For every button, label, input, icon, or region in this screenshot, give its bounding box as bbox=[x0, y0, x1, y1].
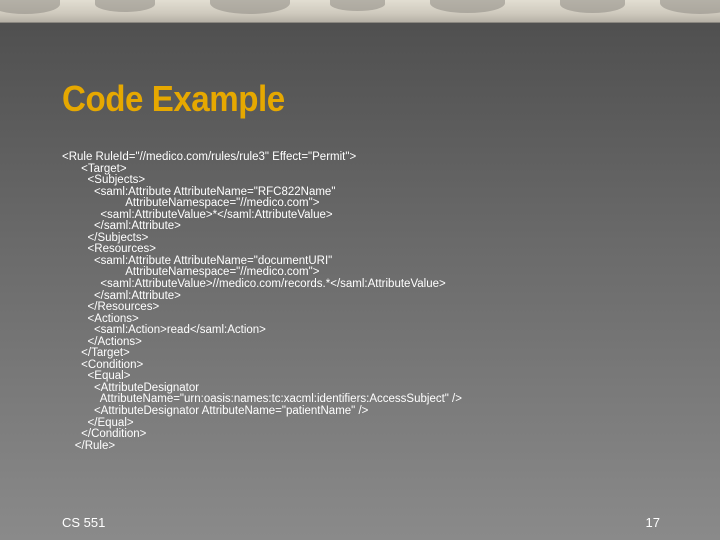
decorative-leaf-shape bbox=[560, 0, 625, 13]
decorative-leaf-shape bbox=[95, 0, 155, 12]
code-line: </Rule> bbox=[62, 439, 116, 452]
decorative-leaf-shape bbox=[330, 0, 385, 11]
code-line: <saml:AttributeValue>//medico.com/record… bbox=[62, 278, 446, 291]
code-line: <Subjects> bbox=[62, 174, 146, 187]
page-number: 17 bbox=[645, 515, 660, 530]
code-line: AttributeNamespace="//medico.com"> bbox=[62, 197, 320, 210]
code-line: </Resources> bbox=[62, 301, 160, 314]
slide-title: Code Example bbox=[62, 78, 285, 119]
decorative-leaf-shape bbox=[210, 0, 290, 14]
code-line: <AttributeDesignator AttributeName="pati… bbox=[62, 405, 369, 418]
decorative-leaf-shape bbox=[660, 0, 720, 14]
code-line: <Rule RuleId="//medico.com/rules/rule3" … bbox=[62, 151, 357, 163]
code-block: <Rule RuleId="//medico.com/rules/rule3" … bbox=[62, 151, 462, 452]
decorative-leaf-shape bbox=[430, 0, 505, 13]
footer-course-label: CS 551 bbox=[62, 515, 106, 530]
decorative-top-band bbox=[0, 0, 720, 23]
code-line: </Condition> bbox=[62, 428, 147, 441]
decorative-leaf-shape bbox=[0, 0, 60, 14]
